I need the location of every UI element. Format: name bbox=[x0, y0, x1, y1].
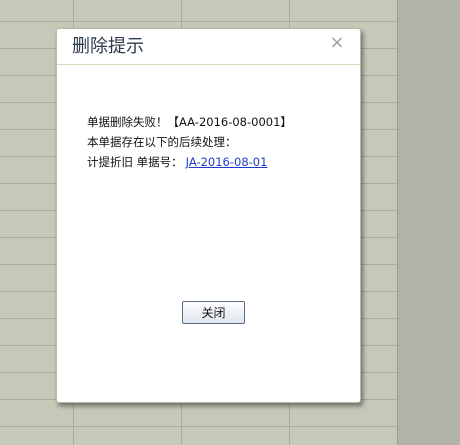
document-number-link[interactable]: JA-2016-08-01 bbox=[186, 155, 268, 169]
message-line-1: 单据删除失败！【AA-2016-08-0001】 bbox=[87, 115, 292, 129]
follow-up-label: 计提折旧 单据号： bbox=[87, 155, 183, 169]
dialog-title: 删除提示 bbox=[72, 36, 144, 57]
delete-prompt-dialog: 删除提示 × 单据删除失败！【AA-2016-08-0001】 本单据存在以下的… bbox=[56, 28, 361, 403]
message-line-2: 本单据存在以下的后续处理： bbox=[87, 135, 237, 149]
dialog-message: 单据删除失败！【AA-2016-08-0001】 本单据存在以下的后续处理： 计… bbox=[87, 112, 292, 172]
dialog-title-bar: 删除提示 × bbox=[57, 29, 360, 65]
close-button[interactable]: 关闭 bbox=[182, 301, 245, 324]
right-panel bbox=[398, 0, 460, 445]
close-icon[interactable]: × bbox=[328, 33, 346, 53]
message-line-3: 计提折旧 单据号： JA-2016-08-01 bbox=[87, 152, 292, 172]
